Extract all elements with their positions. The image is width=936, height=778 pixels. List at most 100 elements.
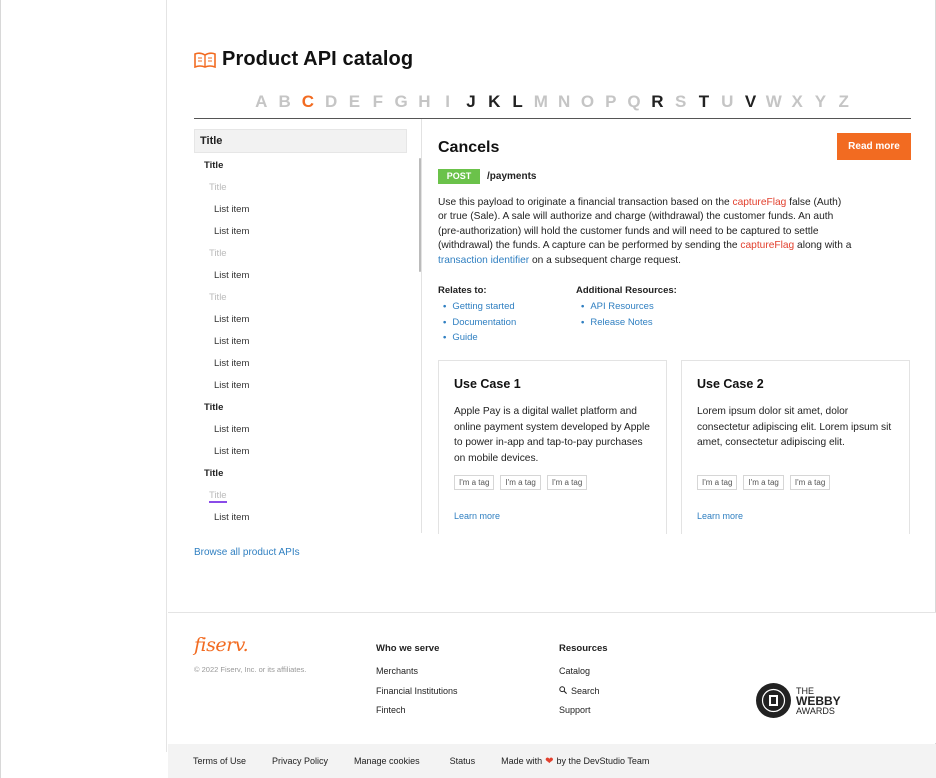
footer-link-support[interactable]: Support bbox=[559, 701, 608, 721]
copyright: © 2022 Fiserv, Inc. or its affiliates. bbox=[194, 665, 307, 674]
use-case-card: Use Case 1 Apple Pay is a digital wallet… bbox=[438, 360, 667, 534]
search-icon bbox=[559, 682, 567, 702]
letter-n[interactable]: N bbox=[553, 92, 576, 112]
captureflag-link[interactable]: captureFlag bbox=[733, 197, 787, 208]
letter-k[interactable]: K bbox=[483, 92, 506, 112]
sidebar-section-title[interactable]: Title bbox=[194, 177, 421, 199]
letter-z[interactable]: Z bbox=[832, 92, 855, 112]
method-badge: POST bbox=[438, 169, 480, 184]
footer-link-fintech[interactable]: Fintech bbox=[376, 701, 458, 721]
footer-resources: Resources Catalog Search Support bbox=[559, 643, 608, 721]
sidebar-header[interactable]: Title bbox=[194, 129, 407, 153]
privacy-link[interactable]: Privacy Policy bbox=[272, 756, 328, 766]
transaction-identifier-link[interactable]: transaction identifier bbox=[438, 255, 529, 266]
resource-link[interactable]: • API Resources bbox=[576, 299, 677, 315]
bullet-icon: • bbox=[581, 316, 585, 328]
sidebar-section-title[interactable]: Title bbox=[194, 243, 421, 265]
letter-p[interactable]: P bbox=[599, 92, 622, 112]
tag[interactable]: I'm a tag bbox=[789, 475, 831, 490]
sidebar-section-title[interactable]: Title bbox=[194, 463, 421, 485]
endpoint-path: /payments bbox=[487, 171, 537, 182]
letter-l[interactable]: L bbox=[506, 92, 529, 112]
letter-i[interactable]: I bbox=[436, 92, 459, 112]
tag[interactable]: I'm a tag bbox=[743, 475, 784, 490]
letter-b[interactable]: B bbox=[273, 92, 296, 112]
webby-icon bbox=[756, 683, 791, 718]
tag[interactable]: I'm a tag bbox=[546, 475, 588, 490]
browse-all-link[interactable]: Browse all product APIs bbox=[194, 547, 300, 558]
bullet-icon: • bbox=[443, 316, 447, 328]
sidebar-section-title[interactable]: Title bbox=[194, 485, 421, 507]
footer-link-financial-institutions[interactable]: Financial Institutions bbox=[376, 682, 458, 702]
page: Product API catalog ABCDEFGHIJKLMNOPQRST… bbox=[0, 0, 936, 778]
letter-d[interactable]: D bbox=[320, 92, 343, 112]
desc-text: along with a bbox=[794, 240, 852, 252]
card-title: Use Case 2 bbox=[697, 377, 764, 391]
book-icon bbox=[194, 51, 216, 68]
additional-resources: Additional Resources: • API Resources • Re… bbox=[576, 285, 677, 330]
read-more-button[interactable]: Read more bbox=[837, 133, 911, 160]
alphabet-filter: ABCDEFGHIJKLMNOPQRSTUVWXYZ bbox=[194, 86, 911, 119]
resource-link[interactable]: • Release Notes bbox=[576, 315, 677, 331]
letter-v[interactable]: V bbox=[739, 92, 762, 112]
use-case-card: Use Case 2 Lorem ipsum dolor sit amet, d… bbox=[681, 360, 910, 534]
sidebar-scrollbar[interactable] bbox=[419, 158, 421, 272]
sidebar-list-item[interactable]: List item bbox=[194, 221, 421, 243]
sidebar-list-item[interactable]: List item bbox=[194, 331, 421, 353]
tag[interactable]: I'm a tag bbox=[697, 475, 738, 490]
sidebar-list-item[interactable]: List item bbox=[194, 419, 421, 441]
sidebar-list-item[interactable]: List item bbox=[194, 375, 421, 397]
devstudio-credit: by the DevStudio Team bbox=[556, 756, 650, 766]
letter-a[interactable]: A bbox=[250, 92, 273, 112]
letter-h[interactable]: H bbox=[413, 92, 436, 112]
captureflag-link[interactable]: captureFlag bbox=[740, 240, 794, 251]
sidebar-list: Title Title List item List item Title List it… bbox=[194, 155, 421, 529]
letter-y[interactable]: Y bbox=[809, 92, 832, 112]
webby-awards-badge: THE WEBBY AWARDS bbox=[756, 683, 841, 718]
sidebar-list-item[interactable]: List item bbox=[194, 309, 421, 331]
letter-g[interactable]: G bbox=[389, 92, 412, 112]
sidebar-list-item[interactable]: List item bbox=[194, 353, 421, 375]
footer-link-catalog[interactable]: Catalog bbox=[559, 662, 608, 682]
status-link[interactable]: Status bbox=[450, 756, 476, 766]
letter-e[interactable]: E bbox=[343, 92, 366, 112]
relates-link[interactable]: • Getting started bbox=[438, 299, 516, 315]
sidebar-list-item[interactable]: List item bbox=[194, 441, 421, 463]
endpoint-row: POST /payments bbox=[438, 169, 536, 184]
letter-q[interactable]: Q bbox=[622, 92, 645, 112]
letter-j[interactable]: J bbox=[459, 92, 482, 112]
letter-t[interactable]: T bbox=[692, 92, 715, 112]
letter-o[interactable]: O bbox=[576, 92, 599, 112]
letter-s[interactable]: S bbox=[669, 92, 692, 112]
footer-link-merchants[interactable]: Merchants bbox=[376, 662, 458, 682]
relates-link[interactable]: • Documentation bbox=[438, 315, 516, 331]
bullet-icon: • bbox=[443, 301, 447, 312]
bullet-icon: • bbox=[581, 301, 585, 312]
letter-u[interactable]: U bbox=[716, 92, 739, 112]
desc-text: on a subsequent charge request. bbox=[529, 254, 681, 266]
card-tags: I'm a tag I'm a tag I'm a tag bbox=[454, 475, 588, 490]
sidebar-list-item[interactable]: List item bbox=[194, 507, 421, 529]
letter-r[interactable]: R bbox=[646, 92, 669, 112]
sidebar-list-item[interactable]: List item bbox=[194, 265, 421, 287]
relates-link[interactable]: • Guide bbox=[438, 330, 516, 346]
manage-cookies-link[interactable]: Manage cookies bbox=[354, 756, 420, 766]
letter-c[interactable]: C bbox=[296, 92, 319, 112]
footer-link-search[interactable]: Search bbox=[559, 682, 608, 702]
letter-m[interactable]: M bbox=[529, 92, 552, 112]
fiserv-logo[interactable]: fiserv. bbox=[194, 634, 249, 656]
letter-w[interactable]: W bbox=[762, 92, 785, 112]
sidebar-section-title[interactable]: Title bbox=[194, 155, 421, 177]
tag[interactable]: I'm a tag bbox=[500, 475, 541, 490]
sidebar-list-item[interactable]: List item bbox=[194, 199, 421, 221]
learn-more-link[interactable]: Learn more bbox=[697, 511, 743, 521]
sidebar-section-title[interactable]: Title bbox=[194, 397, 421, 419]
terms-link[interactable]: Terms of Use bbox=[193, 756, 246, 766]
card-text: Lorem ipsum dolor sit amet, dolor consec… bbox=[697, 406, 892, 449]
tag[interactable]: I'm a tag bbox=[454, 475, 495, 490]
letter-x[interactable]: X bbox=[785, 92, 808, 112]
sidebar-section-title[interactable]: Title bbox=[194, 287, 421, 309]
learn-more-link[interactable]: Learn more bbox=[454, 511, 500, 521]
left-gutter bbox=[1, 0, 167, 752]
letter-f[interactable]: F bbox=[366, 92, 389, 112]
